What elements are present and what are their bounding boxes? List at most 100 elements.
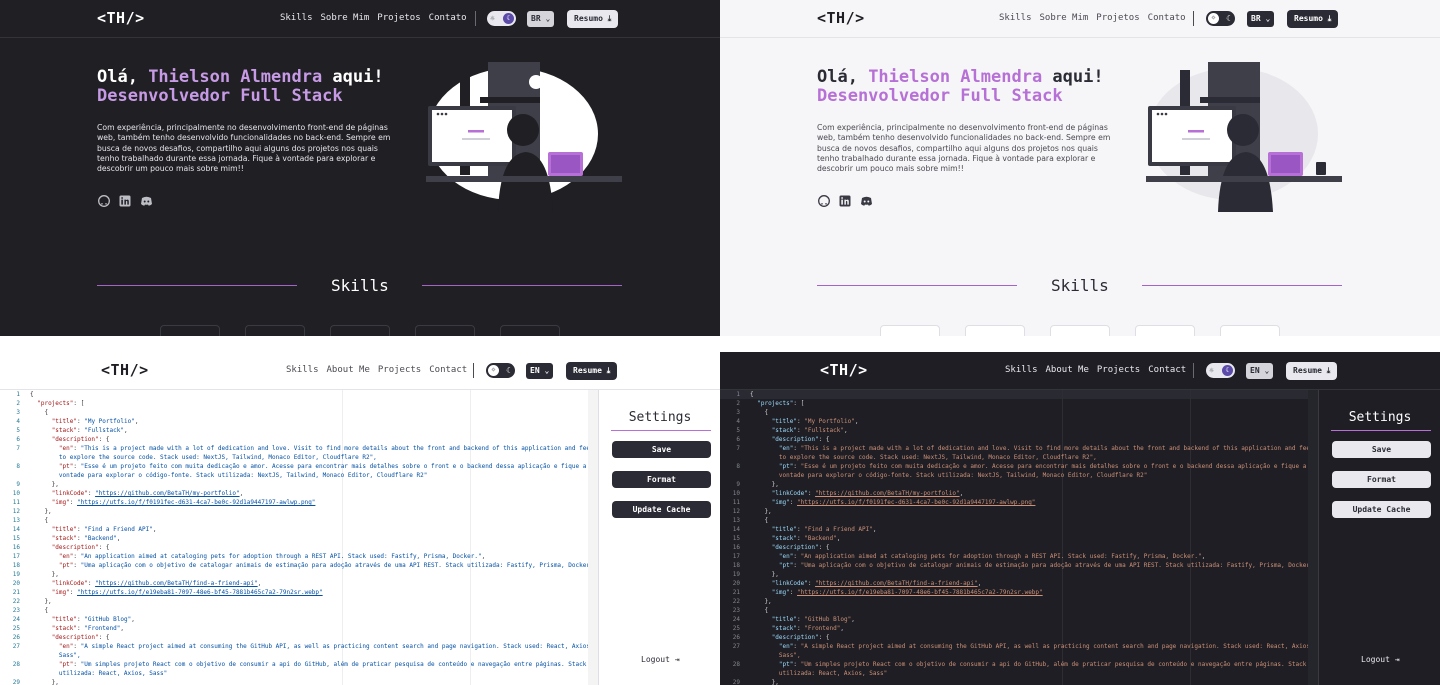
language-select[interactable]: BR ⌄ (527, 11, 554, 27)
github-icon[interactable] (818, 192, 830, 207)
nav-divider (473, 363, 474, 378)
nav-contact[interactable]: Contact (1148, 365, 1186, 375)
line-number: 25 (732, 625, 740, 632)
code-line: "stack": "Frontend", (771, 625, 844, 632)
theme-toggle[interactable]: ☼ ☾ (1206, 11, 1235, 26)
discord-icon[interactable] (860, 192, 872, 206)
linkedin-icon[interactable] (119, 192, 131, 207)
code-line: "linkCode": "https://github.com/BetaTH/f… (51, 580, 262, 587)
code-lines: { "projects": [ { "title": "My Portfolio… (30, 390, 590, 685)
language-select[interactable]: EN ⌄ (526, 363, 553, 379)
sun-icon: ☼ (490, 14, 495, 23)
discord-icon[interactable] (140, 192, 152, 206)
skills-title: Skills (331, 276, 389, 295)
nav-contato[interactable]: Contato (429, 13, 467, 23)
code-line: "stack": "Backend", (771, 535, 841, 542)
language-select[interactable]: EN ⌄ (1246, 363, 1273, 379)
nav-about-me[interactable]: About Me (1046, 365, 1089, 375)
skill-card (1135, 325, 1195, 336)
linkedin-icon[interactable] (839, 192, 851, 207)
header: <TH/> Skills Sobre Mim Projetos Contato … (720, 0, 1440, 38)
sun-icon: ☼ (1208, 13, 1219, 24)
code-line: "pt": "Uma aplicação com o objetivo de c… (778, 562, 1310, 569)
line-number: 20 (12, 580, 20, 587)
line-number: 16 (12, 544, 20, 551)
logo[interactable]: <TH/> (101, 361, 149, 379)
line-number: 11 (12, 499, 20, 506)
update-cache-button[interactable]: Update Cache (612, 501, 711, 518)
nav-sobre-mim[interactable]: Sobre Mim (321, 13, 370, 23)
moon-icon: ☾ (1226, 14, 1231, 23)
skill-card (330, 325, 390, 336)
logo[interactable]: <TH/> (97, 9, 145, 27)
line-number: 23 (12, 607, 20, 614)
language-select[interactable]: BR ⌄ (1247, 11, 1274, 27)
line-number: 9 (16, 481, 20, 488)
nav-sobre-mim[interactable]: Sobre Mim (1040, 13, 1089, 23)
line-number: 7 (736, 445, 740, 452)
scrollbar[interactable] (588, 390, 598, 685)
line-number: 4 (736, 418, 740, 425)
line-number: 11 (732, 499, 740, 506)
nav-projects[interactable]: Projects (378, 365, 421, 375)
logo[interactable]: <TH/> (817, 9, 865, 27)
line-number: 6 (16, 436, 20, 443)
line-number (720, 651, 744, 660)
nav-skills[interactable]: Skills (1005, 365, 1038, 375)
code-line: "img": "https://utfs.io/f/f0191fec-d631-… (51, 499, 316, 506)
format-button[interactable]: Format (1332, 471, 1431, 488)
nav: Skills About Me Projects Contact (1005, 365, 1194, 375)
update-cache-button[interactable]: Update Cache (1332, 501, 1431, 518)
code-line: "linkCode": "https://github.com/BetaTH/m… (771, 490, 964, 497)
header: <TH/> Skills About Me Projects Contact ☼… (0, 352, 720, 390)
resume-button[interactable]: Resume ⤓ (1286, 362, 1338, 380)
code-line: "title": "Find a Friend API", (771, 526, 877, 533)
line-number: 24 (12, 616, 20, 623)
header: <TH/> Skills About Me Projects Contact ☼… (720, 352, 1440, 390)
save-button[interactable]: Save (612, 441, 711, 458)
theme-toggle[interactable]: ☼ ☾ (487, 11, 516, 26)
nav-skills[interactable]: Skills (999, 13, 1032, 23)
hero-description: Com experiência, principalmente no desen… (97, 123, 391, 174)
resume-button[interactable]: Resumo ⤓ (567, 10, 619, 28)
code-line: }, (750, 598, 772, 605)
hero-name: Thielson Almendra (148, 67, 323, 87)
line-number: 22 (732, 598, 740, 605)
logout-button[interactable]: Logout ⇥ (641, 655, 680, 664)
line-number: 2 (16, 400, 20, 407)
line-number: 17 (12, 553, 20, 560)
code-editor[interactable]: 1 2 3 4 5 6 7 8 9 10 11 12 13 14 15 16 17 18 19 20 21 22 23 24 2… (720, 390, 1318, 685)
logo[interactable]: <TH/> (820, 361, 868, 379)
code-line: to explore the source code. Stack used: … (750, 454, 1097, 461)
theme-toggle[interactable]: ☼ ☾ (1206, 363, 1235, 378)
code-line: }, (750, 571, 779, 578)
code-editor[interactable]: 1 2 3 4 5 6 7 8 9 10 11 12 13 14 15 16 17 18 19 20 21 22 23 24 2… (0, 390, 598, 685)
code-lines: { "projects": [ { "title": "My Portfolio… (750, 390, 1310, 685)
nav-projects[interactable]: Projects (1097, 365, 1140, 375)
code-line: "title": "My Portfolio", (771, 418, 859, 425)
save-button[interactable]: Save (1332, 441, 1431, 458)
nav-divider (1193, 363, 1194, 378)
resume-button[interactable]: Resumo ⤓ (1287, 10, 1339, 28)
nav-projetos[interactable]: Projetos (1096, 13, 1139, 23)
nav-about-me[interactable]: About Me (327, 365, 370, 375)
line-number: 24 (732, 616, 740, 623)
line-number: 29 (12, 679, 20, 685)
format-button[interactable]: Format (612, 471, 711, 488)
scrollbar[interactable] (1308, 390, 1318, 685)
nav-contact[interactable]: Contact (429, 365, 467, 375)
logout-button[interactable]: Logout ⇥ (1361, 655, 1400, 664)
line-number: 14 (12, 526, 20, 533)
github-icon[interactable] (98, 192, 110, 207)
line-number: 5 (16, 427, 20, 434)
resume-button[interactable]: Resume ⤓ (566, 362, 618, 380)
line-number (0, 669, 24, 678)
nav-skills[interactable]: Skills (280, 13, 313, 23)
nav-contato[interactable]: Contato (1148, 13, 1186, 23)
code-line: }, (750, 508, 772, 515)
code-line: }, (30, 679, 59, 685)
nav-projetos[interactable]: Projetos (377, 13, 420, 23)
line-number: 13 (732, 517, 740, 524)
theme-toggle[interactable]: ☼ ☾ (486, 363, 515, 378)
nav-skills[interactable]: Skills (286, 365, 319, 375)
